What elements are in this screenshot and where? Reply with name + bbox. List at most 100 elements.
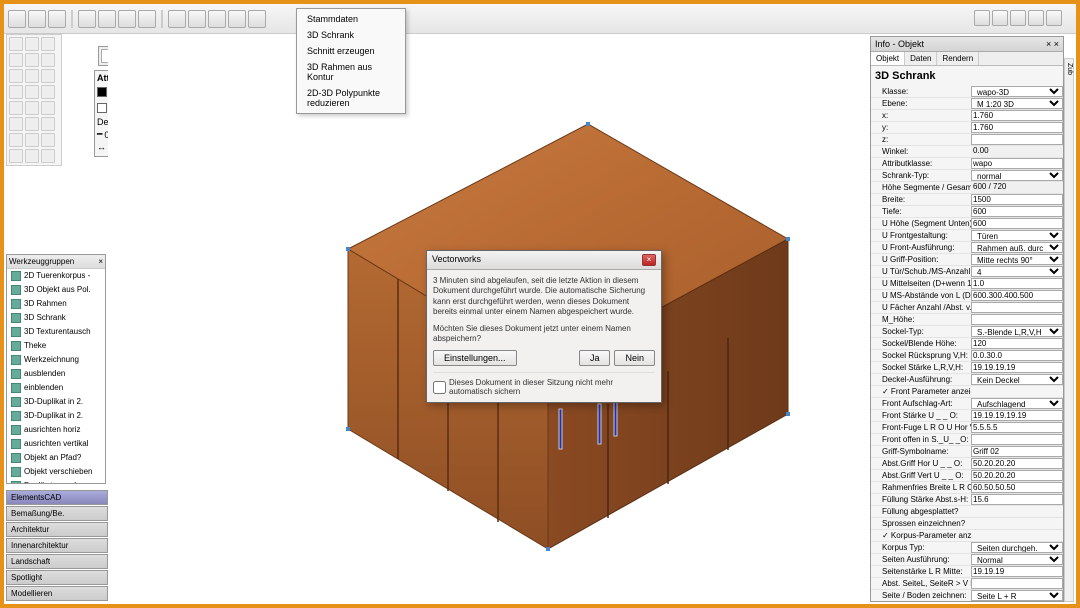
close-icon[interactable]: × ×: [1046, 39, 1059, 49]
tool[interactable]: [25, 37, 39, 51]
tree-node[interactable]: 3D-Duplikat in 2.: [7, 409, 105, 423]
tool[interactable]: [41, 101, 55, 115]
toolbar-button[interactable]: [188, 10, 206, 28]
tool[interactable]: [25, 53, 39, 67]
workspace-tab[interactable]: Modellieren: [6, 586, 108, 601]
info-tab[interactable]: Daten: [905, 52, 937, 65]
menu-item[interactable]: 3D Schrank: [297, 27, 405, 43]
toolbar-button[interactable]: [78, 10, 96, 28]
tree-node[interactable]: 3D-Duplikat in 2.: [7, 395, 105, 409]
property-select[interactable]: Mitte rechts 90°: [971, 254, 1063, 265]
close-button[interactable]: ×: [642, 254, 656, 266]
menu-item[interactable]: Stammdaten: [297, 11, 405, 27]
toolbar-button[interactable]: [1028, 10, 1044, 26]
tool[interactable]: [9, 69, 23, 83]
property-input[interactable]: [971, 122, 1063, 133]
property-input[interactable]: [971, 314, 1063, 325]
tool[interactable]: [9, 53, 23, 67]
tree-node[interactable]: Duplikat versch.: [7, 479, 105, 484]
property-input[interactable]: [971, 278, 1063, 289]
tree-node[interactable]: Werkzeichnung: [7, 353, 105, 367]
property-input[interactable]: [971, 194, 1063, 205]
menu-item[interactable]: 3D Rahmen aus Kontur: [297, 59, 405, 85]
tool[interactable]: [25, 133, 39, 147]
property-input[interactable]: [971, 338, 1063, 349]
property-input[interactable]: [971, 578, 1063, 589]
toolbar-button[interactable]: [98, 10, 116, 28]
property-input[interactable]: [971, 302, 1063, 313]
toolbar-button[interactable]: [228, 10, 246, 28]
toolbar-button[interactable]: [992, 10, 1008, 26]
tree-node[interactable]: 3D Objekt aus Pol.: [7, 283, 105, 297]
workspace-tab[interactable]: ElementsCAD: [6, 490, 108, 505]
tool[interactable]: [25, 117, 39, 131]
toolbar-button[interactable]: [8, 10, 26, 28]
property-input[interactable]: [971, 482, 1063, 493]
tool[interactable]: [9, 149, 23, 163]
tool[interactable]: [41, 149, 55, 163]
workspace-tab[interactable]: Spotlight: [6, 570, 108, 585]
workspace-tab[interactable]: Landschaft: [6, 554, 108, 569]
toolbar-button[interactable]: [974, 10, 990, 26]
property-input[interactable]: [971, 422, 1063, 433]
fill-swatch[interactable]: [97, 87, 107, 97]
pen-swatch[interactable]: [97, 103, 107, 113]
property-select[interactable]: Türen: [971, 230, 1063, 241]
menu-item[interactable]: 2D-3D Polypunkte reduzieren: [297, 85, 405, 111]
property-input[interactable]: [971, 470, 1063, 481]
property-input[interactable]: [971, 350, 1063, 361]
workspace-tab[interactable]: Architektur: [6, 522, 108, 537]
toolbar-button[interactable]: [138, 10, 156, 28]
property-select[interactable]: S.-Blende L,R,V,H: [971, 326, 1063, 337]
property-input[interactable]: [971, 434, 1063, 445]
tree-node[interactable]: ausrichten vertikal: [7, 437, 105, 451]
tool[interactable]: [41, 133, 55, 147]
tree-node[interactable]: 2D Tuerenkorpus -: [7, 269, 105, 283]
toolbar-button[interactable]: [28, 10, 46, 28]
toolbar-button[interactable]: [118, 10, 136, 28]
tree-node[interactable]: ausblenden: [7, 367, 105, 381]
property-input[interactable]: [971, 134, 1063, 145]
property-select[interactable]: Rahmen auß. durc: [971, 242, 1063, 253]
tool[interactable]: [25, 85, 39, 99]
toolbar-button[interactable]: [248, 10, 266, 28]
property-select[interactable]: Seite L + R: [971, 590, 1063, 601]
settings-button[interactable]: Einstellungen...: [433, 350, 517, 366]
tree-node[interactable]: einblenden: [7, 381, 105, 395]
property-select[interactable]: normal: [971, 170, 1063, 181]
property-select[interactable]: wapo-3D: [971, 86, 1063, 97]
property-input[interactable]: [971, 218, 1063, 229]
tool[interactable]: [25, 69, 39, 83]
property-input[interactable]: [971, 446, 1063, 457]
info-tab[interactable]: Objekt: [871, 52, 905, 65]
property-input[interactable]: [971, 566, 1063, 577]
property-input[interactable]: [971, 362, 1063, 373]
close-icon[interactable]: ×: [98, 257, 103, 266]
tool[interactable]: [9, 37, 23, 51]
property-select[interactable]: Aufschlagend: [971, 398, 1063, 409]
property-input[interactable]: [971, 458, 1063, 469]
tool[interactable]: [25, 149, 39, 163]
tool[interactable]: [41, 69, 55, 83]
tool[interactable]: [41, 53, 55, 67]
property-input[interactable]: [971, 410, 1063, 421]
workspace-tab[interactable]: Innenarchitektur: [6, 538, 108, 553]
tree-node[interactable]: Objekt verschieben: [7, 465, 105, 479]
property-input[interactable]: [971, 290, 1063, 301]
toolbar-button[interactable]: [48, 10, 66, 28]
property-select[interactable]: M 1:20 3D: [971, 98, 1063, 109]
tree-node[interactable]: Objekt an Pfad?: [7, 451, 105, 465]
tool[interactable]: [9, 101, 23, 115]
tree-node[interactable]: Theke: [7, 339, 105, 353]
property-select[interactable]: Seiten durchgeh.: [971, 542, 1063, 553]
toolbar-button[interactable]: [208, 10, 226, 28]
toolbar-button[interactable]: [1010, 10, 1026, 26]
dont-autosave-checkbox[interactable]: [433, 381, 446, 394]
tree-node[interactable]: 3D Schrank: [7, 311, 105, 325]
tool[interactable]: [41, 85, 55, 99]
property-input[interactable]: [971, 494, 1063, 505]
tree-node[interactable]: ausrichten horiz: [7, 423, 105, 437]
property-select[interactable]: Kein Deckel: [971, 374, 1063, 385]
property-input[interactable]: [971, 206, 1063, 217]
yes-button[interactable]: Ja: [579, 350, 611, 366]
